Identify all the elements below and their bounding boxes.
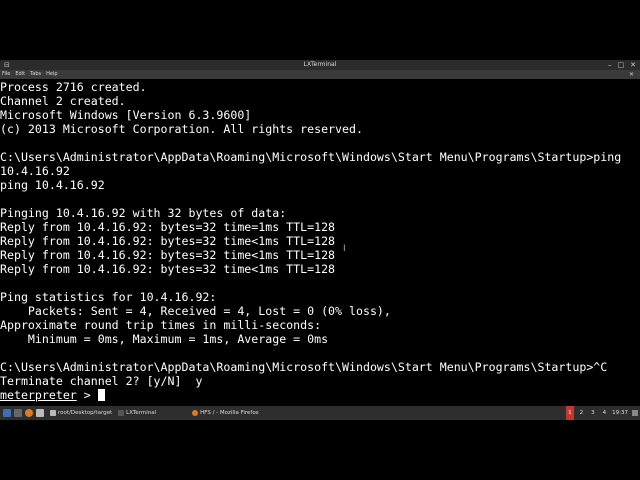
- terminal-line: Ping statistics for 10.4.16.92:: [0, 290, 217, 304]
- terminal-line: Reply from 10.4.16.92: bytes=32 time<1ms…: [0, 248, 336, 262]
- folder-icon: [50, 410, 56, 416]
- terminal-line: Microsoft Windows [Version 6.3.9600]: [0, 108, 252, 122]
- taskbar: root/Desktop/target LXTerminal HFS / - M…: [0, 406, 640, 420]
- meterpreter-prompt: meterpreter: [0, 388, 77, 402]
- terminal-line: C:\Users\Administrator\AppData\Roaming\M…: [0, 360, 608, 374]
- clock: 19:37: [612, 410, 628, 416]
- start-menu-icon[interactable]: [3, 409, 11, 417]
- workspace-4[interactable]: 4: [601, 406, 609, 420]
- firefox-launcher-icon[interactable]: [25, 409, 33, 417]
- prompt-suffix: >: [76, 388, 98, 402]
- terminal-line: Packets: Sent = 4, Received = 4, Lost = …: [0, 304, 391, 318]
- task-label: root/Desktop/target: [58, 410, 113, 416]
- terminal-line: C:\Users\Administrator\AppData\Roaming\M…: [0, 150, 622, 164]
- terminal-line: ping 10.4.16.92: [0, 178, 105, 192]
- close-icon[interactable]: ✕: [630, 60, 636, 70]
- mouse-ibeam-icon: I: [343, 244, 346, 254]
- menu-file[interactable]: File: [2, 70, 10, 79]
- tray-icon[interactable]: [632, 410, 638, 416]
- menubar: File Edit Tabs Help ✕: [0, 70, 640, 79]
- task-file-manager[interactable]: root/Desktop/target: [50, 406, 112, 420]
- file-manager-launcher-icon[interactable]: [36, 409, 44, 417]
- terminal-line: Reply from 10.4.16.92: bytes=32 time<1ms…: [0, 234, 336, 248]
- menu-tabs[interactable]: Tabs: [30, 70, 41, 79]
- terminal-line: Process 2716 created.: [0, 80, 147, 94]
- terminal-line: Terminate channel 2? [y/N] y: [0, 374, 203, 388]
- workspace-2[interactable]: 2: [578, 406, 586, 420]
- maximize-icon[interactable]: □: [618, 60, 625, 70]
- terminal-line: Channel 2 created.: [0, 94, 126, 108]
- menu-help[interactable]: Help: [46, 70, 57, 79]
- task-firefox[interactable]: HFS / - Mozilla Firefox: [192, 406, 259, 420]
- workspace-3[interactable]: 3: [589, 406, 597, 420]
- task-terminal[interactable]: LXTerminal: [118, 406, 156, 420]
- text-cursor: [97, 389, 105, 401]
- letterbox-top: [0, 0, 640, 60]
- terminal-line: Pinging 10.4.16.92 with 32 bytes of data…: [0, 206, 287, 220]
- workspace-1[interactable]: 1: [566, 406, 574, 420]
- menu-edit[interactable]: Edit: [15, 70, 25, 79]
- terminal-line: Reply from 10.4.16.92: bytes=32 time<1ms…: [0, 262, 336, 276]
- close-tab-icon[interactable]: ✕: [629, 70, 634, 79]
- task-label: HFS / - Mozilla Firefox: [200, 410, 259, 416]
- letterbox-bottom: [0, 420, 640, 480]
- terminal-line: Approximate round trip times in milli-se…: [0, 318, 322, 332]
- terminal-line: Minimum = 0ms, Maximum = 1ms, Average = …: [0, 332, 329, 346]
- task-label: LXTerminal: [126, 410, 157, 416]
- terminal-launcher-icon[interactable]: [14, 409, 22, 417]
- window-titlebar[interactable]: ⊟ LXTerminal – □ ✕: [0, 60, 640, 70]
- terminal-line: 10.4.16.92: [0, 164, 70, 178]
- terminal-output[interactable]: Process 2716 created. Channel 2 created. M…: [0, 80, 640, 406]
- minimize-icon[interactable]: –: [608, 60, 612, 70]
- terminal-icon: [118, 410, 125, 416]
- firefox-icon: [192, 410, 199, 416]
- window-title: LXTerminal: [303, 61, 337, 68]
- terminal-line: (c) 2013 Microsoft Corporation. All righ…: [0, 122, 363, 136]
- terminal-line: Reply from 10.4.16.92: bytes=32 time=1ms…: [0, 220, 336, 234]
- meterpreter-prompt-line[interactable]: meterpreter >: [0, 388, 640, 402]
